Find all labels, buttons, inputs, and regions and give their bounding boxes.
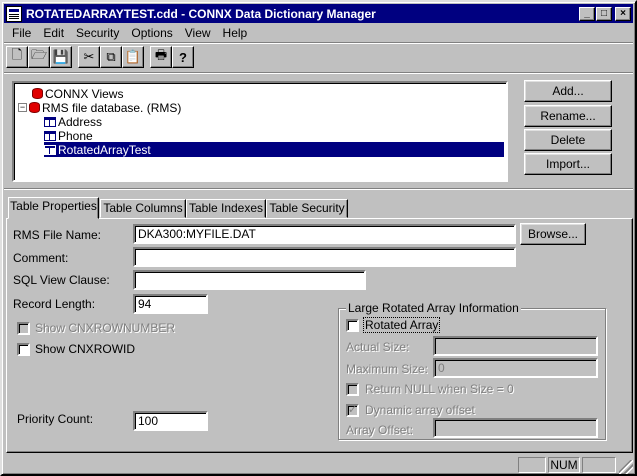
actual-size-field[interactable] bbox=[433, 336, 598, 356]
tree-item-selected[interactable]: RotatedArrayTest bbox=[44, 142, 504, 157]
tree-item[interactable]: CONNX Views bbox=[32, 86, 123, 101]
toolbar-separator bbox=[4, 72, 633, 74]
tree-item[interactable]: Phone bbox=[44, 128, 93, 143]
app-window: ROTATEDARRAYTEST.cdd - CONNX Data Dictio… bbox=[0, 0, 637, 476]
delete-button[interactable]: Delete bbox=[524, 129, 612, 151]
copy-icon[interactable]: ⧉ bbox=[100, 46, 122, 68]
paste-clipboard-icon[interactable]: 📋 bbox=[122, 46, 144, 68]
save-disk-icon[interactable]: 💾 bbox=[50, 46, 72, 68]
rotated-array-checkbox[interactable] bbox=[346, 319, 359, 332]
return-null-label: Return NULL when Size = 0 bbox=[365, 382, 514, 396]
tree-item[interactable]: Address bbox=[44, 114, 102, 129]
browse-button[interactable]: Browse... bbox=[520, 223, 586, 245]
tab-table-security[interactable]: Table Security bbox=[266, 199, 348, 218]
app-icon[interactable] bbox=[6, 5, 22, 22]
toolbar: 🗋 🗁 💾 ✂ ⧉ 📋 🖶 ? bbox=[6, 44, 194, 70]
array-offset-field[interactable] bbox=[433, 418, 598, 438]
comment-field[interactable] bbox=[133, 247, 516, 267]
window-title: ROTATEDARRAYTEST.cdd - CONNX Data Dictio… bbox=[26, 6, 376, 21]
priority-count-field[interactable]: 100 bbox=[133, 411, 208, 431]
record-length-field[interactable]: 94 bbox=[133, 294, 208, 314]
rms-file-name-field[interactable]: DKA300:MYFILE.DAT bbox=[133, 224, 516, 244]
help-question-icon[interactable]: ? bbox=[172, 46, 194, 68]
show-cnxrowid-label: Show CNXROWID bbox=[35, 342, 136, 356]
add-button[interactable]: Add... bbox=[524, 80, 612, 102]
resize-grip[interactable] bbox=[619, 460, 633, 474]
new-document-icon[interactable]: 🗋 bbox=[6, 46, 28, 68]
import-button[interactable]: Import... bbox=[524, 153, 612, 175]
menu-file[interactable]: File bbox=[6, 26, 37, 40]
title-bar[interactable]: ROTATEDARRAYTEST.cdd - CONNX Data Dictio… bbox=[4, 4, 633, 23]
dynamic-offset-checkbox[interactable] bbox=[346, 403, 359, 417]
priority-count-label: Priority Count: bbox=[17, 412, 94, 426]
maximum-size-field[interactable]: 0 bbox=[433, 358, 598, 378]
actual-size-label: Actual Size: bbox=[346, 340, 410, 354]
menu-bar: File Edit Security Options View Help bbox=[6, 24, 253, 42]
close-button[interactable]: × bbox=[615, 6, 631, 21]
menu-edit[interactable]: Edit bbox=[37, 26, 70, 40]
status-bar: NUM bbox=[4, 455, 633, 474]
sql-view-clause-label: SQL View Clause: bbox=[13, 273, 110, 287]
sql-view-clause-field[interactable] bbox=[133, 270, 366, 290]
collapse-icon[interactable]: − bbox=[18, 103, 27, 112]
menu-view[interactable]: View bbox=[179, 26, 217, 40]
cut-scissors-icon[interactable]: ✂ bbox=[78, 46, 100, 68]
tree-item[interactable]: − RMS file database. (RMS) bbox=[18, 100, 181, 115]
rms-file-name-label: RMS File Name: bbox=[13, 228, 102, 242]
maximum-size-label: Maximum Size: bbox=[346, 362, 429, 376]
splitter[interactable] bbox=[4, 188, 633, 190]
status-pane-num: NUM bbox=[548, 457, 580, 473]
array-offset-label: Array Offset: bbox=[346, 423, 414, 437]
minimize-button[interactable]: _ bbox=[579, 6, 595, 21]
table-icon bbox=[44, 116, 56, 127]
print-icon[interactable]: 🖶 bbox=[150, 46, 172, 68]
menu-options[interactable]: Options bbox=[125, 26, 178, 40]
database-tree[interactable]: CONNX Views − RMS file database. (RMS) A… bbox=[12, 81, 508, 182]
show-cnxrownumber-label: Show CNXROWNUMBER bbox=[35, 321, 176, 335]
table-icon bbox=[44, 144, 56, 155]
menu-help[interactable]: Help bbox=[217, 26, 254, 40]
menu-security[interactable]: Security bbox=[70, 26, 125, 40]
status-pane-scroll bbox=[582, 457, 616, 473]
open-folder-icon[interactable]: 🗁 bbox=[28, 46, 50, 68]
rotated-array-label: Rotated Array bbox=[363, 317, 441, 333]
status-pane-caps bbox=[518, 457, 546, 473]
database-icon bbox=[32, 88, 43, 99]
record-length-label: Record Length: bbox=[13, 297, 96, 311]
database-icon bbox=[29, 102, 40, 113]
tab-table-properties[interactable]: Table Properties bbox=[8, 197, 99, 219]
tab-table-columns[interactable]: Table Columns bbox=[100, 199, 186, 218]
rename-button[interactable]: Rename... bbox=[524, 105, 612, 127]
tab-table-indexes[interactable]: Table Indexes bbox=[186, 199, 266, 218]
maximize-button[interactable]: □ bbox=[596, 6, 612, 21]
show-cnxrowid-checkbox[interactable] bbox=[17, 343, 30, 356]
comment-label: Comment: bbox=[13, 251, 69, 265]
table-icon bbox=[44, 130, 56, 141]
return-null-checkbox[interactable] bbox=[346, 383, 359, 396]
show-cnxrownumber-checkbox[interactable] bbox=[17, 322, 30, 335]
rotated-array-group-title: Large Rotated Array Information bbox=[346, 301, 521, 315]
dynamic-offset-label: Dynamic array offset bbox=[365, 403, 475, 417]
